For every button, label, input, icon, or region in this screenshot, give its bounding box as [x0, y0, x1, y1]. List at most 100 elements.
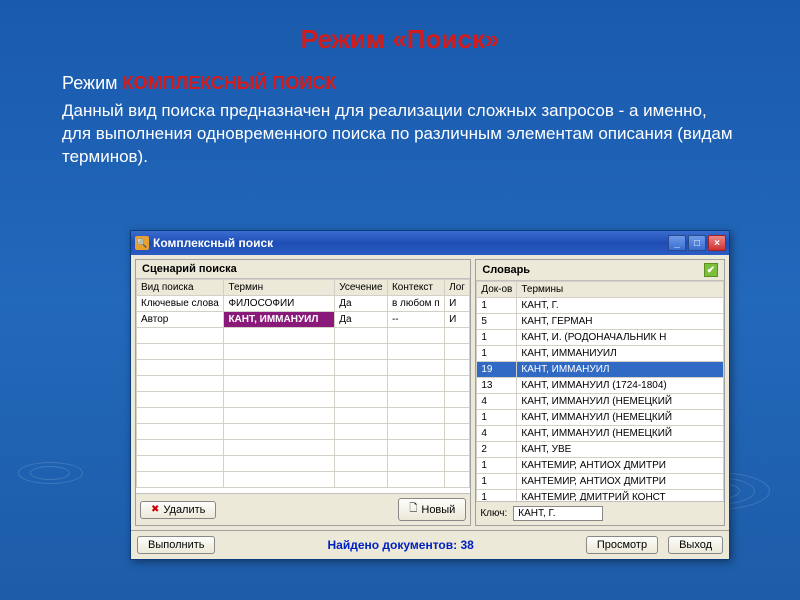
cell[interactable]: [335, 424, 388, 440]
table-row[interactable]: [137, 392, 470, 408]
cell[interactable]: [445, 376, 470, 392]
cell[interactable]: [137, 376, 224, 392]
cell[interactable]: 1: [477, 298, 517, 314]
cell[interactable]: [387, 344, 444, 360]
column-header[interactable]: Термины: [517, 282, 724, 298]
cell[interactable]: [137, 424, 224, 440]
cell[interactable]: КАНТ, УВЕ: [517, 442, 724, 458]
delete-button[interactable]: ✖Удалить: [140, 501, 216, 519]
cell[interactable]: [335, 456, 388, 472]
table-row[interactable]: 4КАНТ, ИММАНУИЛ (НЕМЕЦКИЙ: [477, 394, 724, 410]
cell[interactable]: И: [445, 296, 470, 312]
cell[interactable]: [335, 392, 388, 408]
cell[interactable]: [335, 360, 388, 376]
scenario-grid[interactable]: Вид поискаТерминУсечениеКонтекстЛогКлюче…: [136, 279, 470, 493]
cell[interactable]: [387, 408, 444, 424]
cell[interactable]: [224, 456, 335, 472]
cell[interactable]: [137, 328, 224, 344]
table-row[interactable]: 2КАНТ, УВЕ: [477, 442, 724, 458]
cell[interactable]: КАНТ, ИММАНУИЛ: [517, 362, 724, 378]
cell[interactable]: [224, 408, 335, 424]
cell[interactable]: 1: [477, 410, 517, 426]
minimize-button[interactable]: _: [668, 235, 686, 251]
table-row[interactable]: 1КАНТ, И. (РОДОНАЧАЛЬНИК Н: [477, 330, 724, 346]
cell[interactable]: [335, 472, 388, 488]
column-header[interactable]: Вид поиска: [137, 280, 224, 296]
cell[interactable]: [335, 376, 388, 392]
cell[interactable]: [224, 360, 335, 376]
cell[interactable]: 13: [477, 378, 517, 394]
cell[interactable]: [224, 424, 335, 440]
cell[interactable]: КАНТ, ИММАНУИЛ (1724-1804): [517, 378, 724, 394]
cell[interactable]: [137, 344, 224, 360]
table-row[interactable]: 4КАНТ, ИММАНУИЛ (НЕМЕЦКИЙ: [477, 426, 724, 442]
table-row[interactable]: [137, 328, 470, 344]
cell[interactable]: [387, 376, 444, 392]
table-row[interactable]: 1КАНТЕМИР, ДМИТРИЙ КОНСТ: [477, 490, 724, 502]
table-row[interactable]: [137, 440, 470, 456]
column-header[interactable]: Док-ов: [477, 282, 517, 298]
table-row[interactable]: 19КАНТ, ИММАНУИЛ: [477, 362, 724, 378]
table-row[interactable]: 5КАНТ, ГЕРМАН: [477, 314, 724, 330]
cell[interactable]: [445, 408, 470, 424]
cell[interactable]: [335, 440, 388, 456]
cell[interactable]: 1: [477, 346, 517, 362]
cell[interactable]: КАНТЕМИР, АНТИОХ ДМИТРИ: [517, 474, 724, 490]
new-button[interactable]: 🗋Новый: [398, 498, 466, 521]
cell[interactable]: [137, 360, 224, 376]
cell[interactable]: [224, 328, 335, 344]
cell[interactable]: КАНТ, ИММАНИУИЛ: [517, 346, 724, 362]
cell[interactable]: [445, 456, 470, 472]
cell[interactable]: [445, 360, 470, 376]
cell[interactable]: [224, 344, 335, 360]
cell[interactable]: [387, 424, 444, 440]
check-icon[interactable]: ✔: [704, 263, 718, 277]
cell[interactable]: 1: [477, 490, 517, 502]
cell[interactable]: 1: [477, 458, 517, 474]
table-row[interactable]: [137, 360, 470, 376]
cell[interactable]: [445, 424, 470, 440]
table-row[interactable]: 1КАНТ, ИММАНИУИЛ: [477, 346, 724, 362]
cell[interactable]: [445, 440, 470, 456]
cell[interactable]: 19: [477, 362, 517, 378]
cell[interactable]: КАНТ, И. (РОДОНАЧАЛЬНИК Н: [517, 330, 724, 346]
column-header[interactable]: Лог: [445, 280, 470, 296]
table-row[interactable]: Ключевые словаФИЛОСОФИИДав любом пИ: [137, 296, 470, 312]
cell[interactable]: [445, 392, 470, 408]
key-input[interactable]: КАНТ, Г.: [513, 506, 603, 521]
cell[interactable]: [224, 472, 335, 488]
table-row[interactable]: [137, 344, 470, 360]
cell[interactable]: [387, 392, 444, 408]
cell[interactable]: [224, 440, 335, 456]
cell[interactable]: [445, 344, 470, 360]
cell[interactable]: [445, 328, 470, 344]
cell[interactable]: [137, 440, 224, 456]
table-row[interactable]: [137, 472, 470, 488]
cell[interactable]: КАНТЕМИР, ДМИТРИЙ КОНСТ: [517, 490, 724, 502]
table-row[interactable]: 13КАНТ, ИММАНУИЛ (1724-1804): [477, 378, 724, 394]
cell[interactable]: в любом п: [387, 296, 444, 312]
cell[interactable]: КАНТ, ИММАНУИЛ (НЕМЕЦКИЙ: [517, 426, 724, 442]
cell[interactable]: [445, 472, 470, 488]
cell[interactable]: КАНТ, ИММАНУИЛ (НЕМЕЦКИЙ: [517, 394, 724, 410]
cell[interactable]: 1: [477, 474, 517, 490]
titlebar[interactable]: 🔍 Комплексный поиск _ □ ×: [131, 231, 729, 255]
column-header[interactable]: Усечение: [335, 280, 388, 296]
cell[interactable]: КАНТЕМИР, АНТИОХ ДМИТРИ: [517, 458, 724, 474]
table-row[interactable]: [137, 424, 470, 440]
cell[interactable]: 5: [477, 314, 517, 330]
exit-button[interactable]: Выход: [668, 536, 723, 554]
maximize-button[interactable]: □: [688, 235, 706, 251]
cell[interactable]: [224, 376, 335, 392]
cell[interactable]: [137, 392, 224, 408]
cell[interactable]: КАНТ, ИММАНУИЛ: [224, 312, 335, 328]
cell[interactable]: [387, 456, 444, 472]
cell[interactable]: 4: [477, 426, 517, 442]
cell[interactable]: [224, 392, 335, 408]
execute-button[interactable]: Выполнить: [137, 536, 215, 554]
table-row[interactable]: [137, 408, 470, 424]
cell[interactable]: И: [445, 312, 470, 328]
cell[interactable]: 4: [477, 394, 517, 410]
cell[interactable]: 2: [477, 442, 517, 458]
column-header[interactable]: Контекст: [387, 280, 444, 296]
